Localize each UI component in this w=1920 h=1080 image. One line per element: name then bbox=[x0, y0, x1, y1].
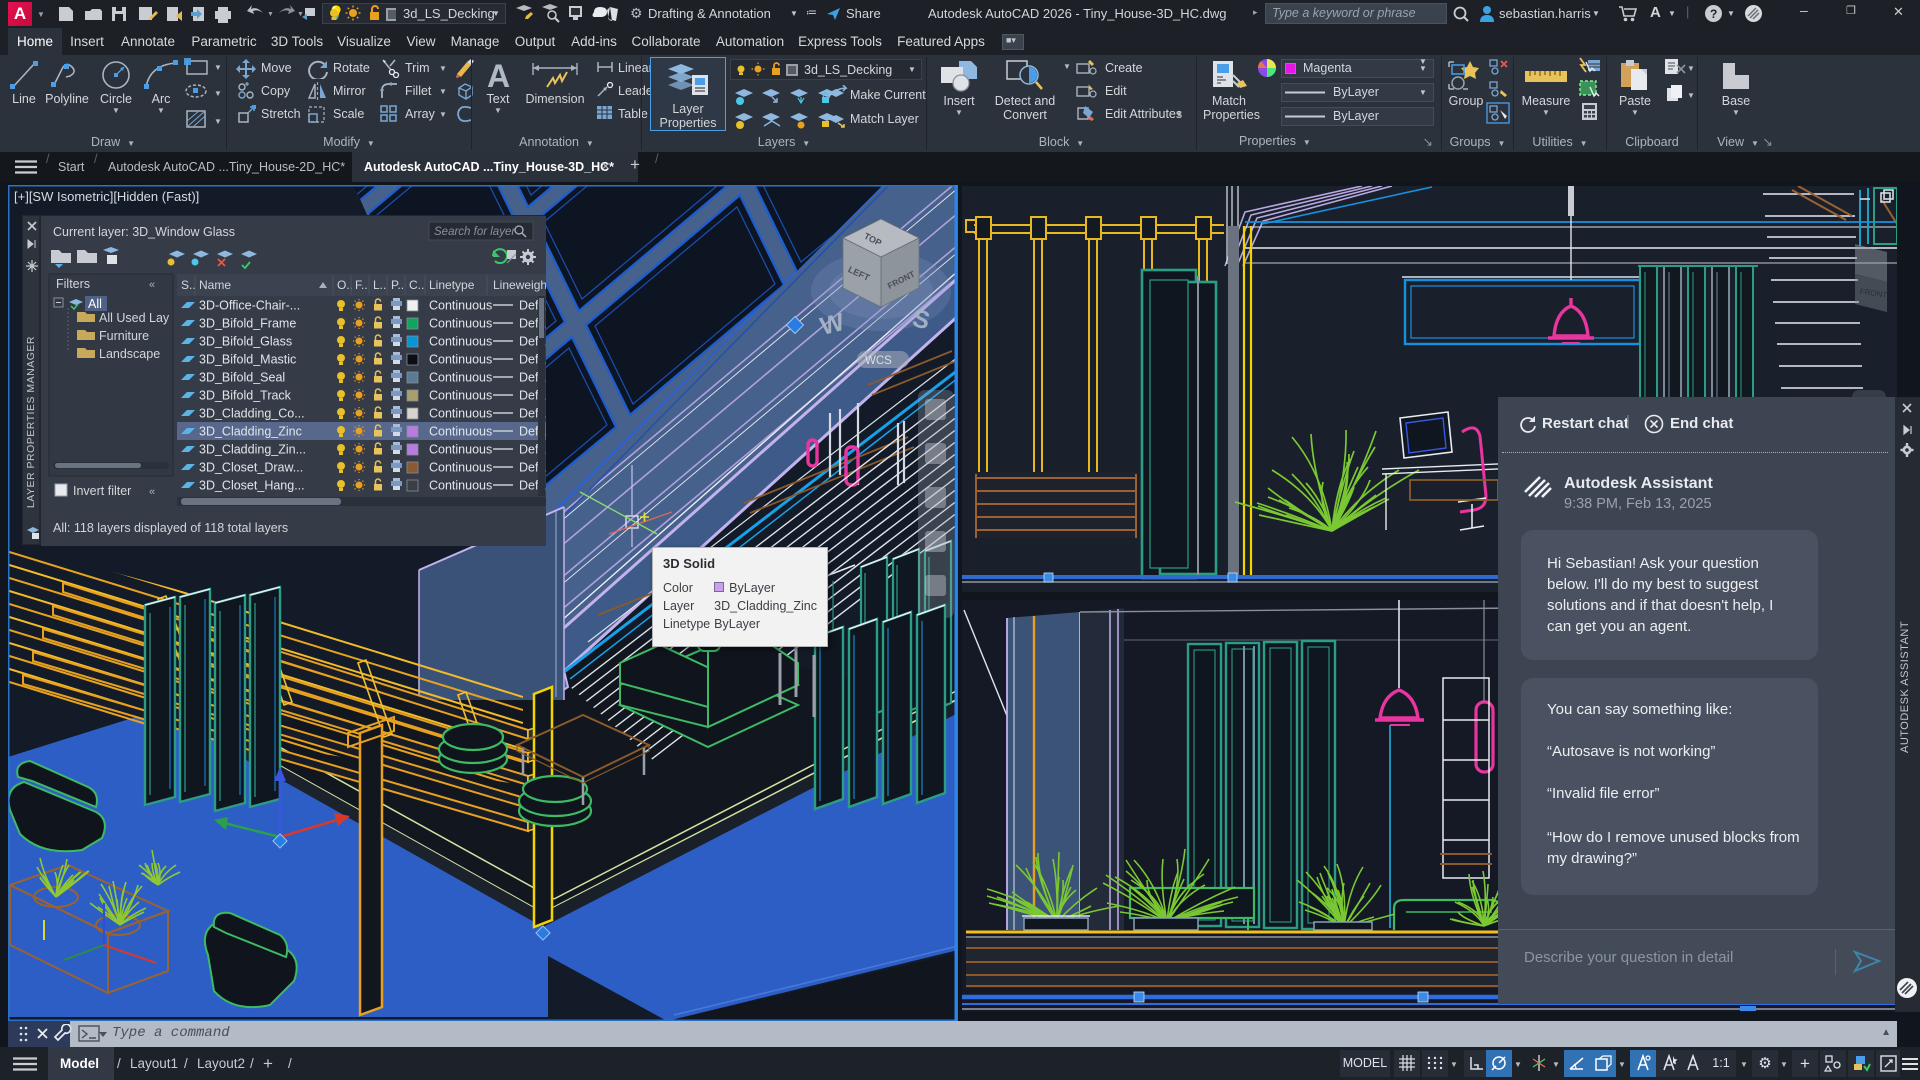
svg-text:3D_Closet_Draw...: 3D_Closet_Draw... bbox=[199, 461, 303, 475]
svg-text:S..: S.. bbox=[181, 278, 196, 292]
svg-text:Filters: Filters bbox=[56, 277, 90, 291]
svg-text:P..: P.. bbox=[391, 278, 404, 292]
svg-text:3D_Cladding_Zinc: 3D_Cladding_Zinc bbox=[199, 425, 302, 439]
svg-text:▼: ▼ bbox=[214, 117, 222, 126]
svg-text:3D_Bifold_Frame: 3D_Bifold_Frame bbox=[199, 317, 296, 331]
svg-text:Landscape: Landscape bbox=[99, 347, 160, 361]
svg-text:Current layer: 3D_Window Glass: Current layer: 3D_Window Glass bbox=[53, 225, 235, 239]
svg-text:Search for layer: Search for layer bbox=[434, 226, 516, 238]
svg-text:Invert filter: Invert filter bbox=[73, 484, 131, 498]
svg-text:Continuous: Continuous bbox=[429, 407, 492, 421]
svg-text:«: « bbox=[149, 279, 155, 291]
svg-text:▼: ▼ bbox=[267, 11, 274, 18]
svg-text:▼: ▼ bbox=[214, 89, 222, 98]
svg-text:«: « bbox=[149, 486, 155, 498]
svg-text:Furniture: Furniture bbox=[99, 329, 149, 343]
svg-text:Continuous: Continuous bbox=[429, 371, 492, 385]
svg-text:3D_Cladding_Zin...: 3D_Cladding_Zin... bbox=[199, 443, 306, 457]
svg-text:C..: C.. bbox=[409, 278, 424, 292]
svg-text:All: All bbox=[88, 297, 102, 311]
svg-text:Continuous: Continuous bbox=[429, 461, 492, 475]
svg-text:Continuous: Continuous bbox=[429, 479, 492, 493]
svg-text:3D_Closet_Hang...: 3D_Closet_Hang... bbox=[199, 479, 305, 493]
svg-text:▼: ▼ bbox=[1687, 91, 1695, 100]
svg-text:All Used Lay: All Used Lay bbox=[99, 311, 170, 325]
svg-text:Linetype: Linetype bbox=[429, 278, 475, 292]
svg-text:Lineweigh: Lineweigh bbox=[493, 278, 546, 292]
svg-text:WCS: WCS bbox=[865, 355, 892, 367]
svg-text:Continuous: Continuous bbox=[429, 317, 492, 331]
svg-text:Name: Name bbox=[199, 278, 231, 292]
svg-text:▼: ▼ bbox=[214, 63, 222, 72]
svg-text:▼: ▼ bbox=[1687, 64, 1693, 73]
svg-text:Continuous: Continuous bbox=[429, 353, 492, 367]
svg-text:F..: F.. bbox=[355, 278, 368, 292]
svg-text:3D-Office-Chair-...: 3D-Office-Chair-... bbox=[199, 299, 300, 313]
svg-text:3D_Cladding_Co...: 3D_Cladding_Co... bbox=[199, 407, 305, 421]
svg-text:Continuous: Continuous bbox=[429, 299, 492, 313]
svg-text:3D_Bifold_Glass: 3D_Bifold_Glass bbox=[199, 335, 292, 349]
svg-text:3D_Bifold_Mastic: 3D_Bifold_Mastic bbox=[199, 353, 296, 367]
svg-text:Continuous: Continuous bbox=[429, 335, 492, 349]
svg-text:3D_Bifold_Seal: 3D_Bifold_Seal bbox=[199, 371, 285, 385]
svg-text:Continuous: Continuous bbox=[429, 389, 492, 403]
svg-text:All: 118 layers displayed of 1: All: 118 layers displayed of 118 total l… bbox=[53, 521, 288, 535]
svg-text:L..: L.. bbox=[373, 278, 386, 292]
svg-text:Continuous: Continuous bbox=[429, 443, 492, 457]
svg-text:?: ? bbox=[1710, 7, 1717, 21]
svg-text:A: A bbox=[487, 59, 510, 91]
svg-text:3D_Bifold_Track: 3D_Bifold_Track bbox=[199, 389, 292, 403]
svg-text:Continuous: Continuous bbox=[429, 425, 492, 439]
svg-text:[+][SW Isometric][Hidden (Fast: [+][SW Isometric][Hidden (Fast)] bbox=[14, 189, 199, 204]
